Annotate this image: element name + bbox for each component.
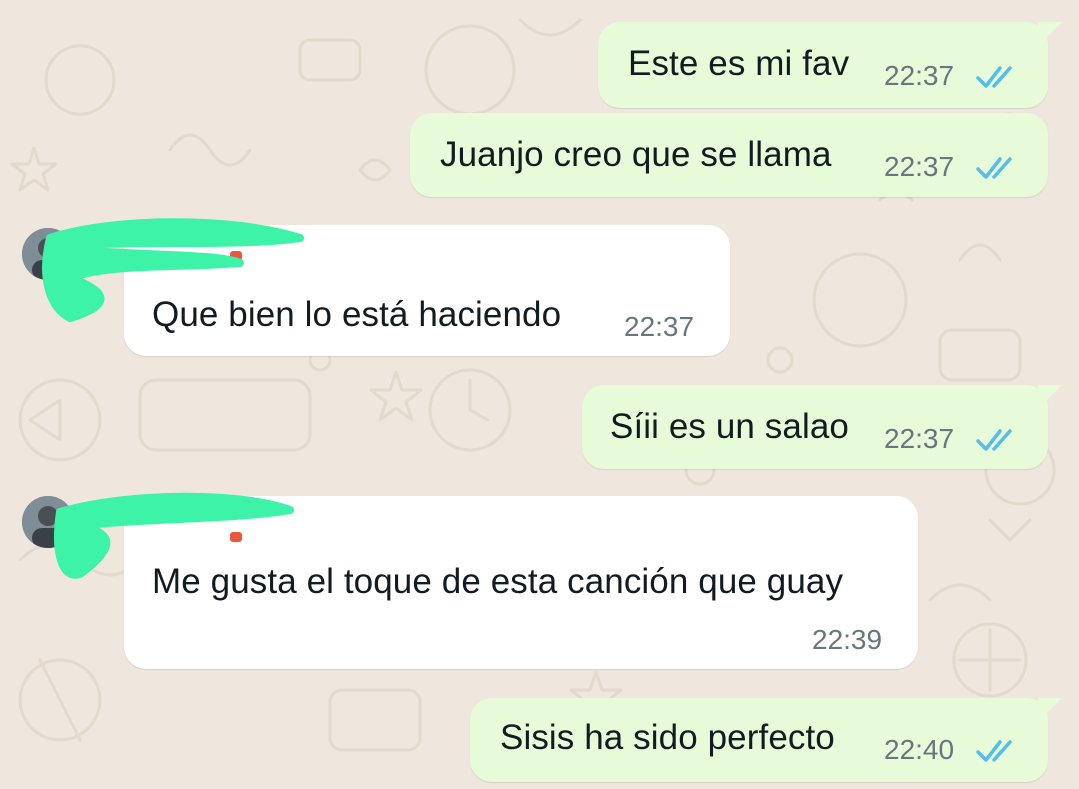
sender-name-redacted	[230, 251, 242, 261]
message-timestamp: 22:37	[884, 151, 955, 182]
avatar-image	[22, 496, 74, 548]
contact-avatar[interactable]	[22, 228, 74, 280]
contact-avatar[interactable]	[22, 496, 74, 548]
message-bubble-outgoing[interactable]: Síii es un salao 22:37	[582, 385, 1048, 469]
chat-background: Este es mi fav 22:37 Juanjo creo que se …	[0, 0, 1079, 789]
bubble-tail	[1038, 698, 1062, 722]
message-timestamp: 22:37	[884, 423, 955, 454]
message-text: Síii es un salao	[610, 407, 849, 446]
avatar-image	[22, 228, 74, 280]
message-bubble-incoming[interactable]: Que bien lo está haciendo 22:37	[124, 225, 730, 356]
message-bubble-outgoing[interactable]: Este es mi fav 22:37	[598, 22, 1048, 108]
message-bubble-outgoing[interactable]: Sisis ha sido perfecto 22:40	[470, 698, 1048, 782]
message-timestamp: 22:37	[624, 311, 695, 342]
message-text: Juanjo creo que se llama	[440, 135, 832, 174]
message-bubble-outgoing[interactable]: Juanjo creo que se llama 22:37	[410, 113, 1048, 197]
message-text: Sisis ha sido perfecto	[500, 718, 835, 757]
message-timestamp: 22:39	[812, 624, 883, 655]
double-check-icon	[976, 740, 1012, 762]
double-check-icon	[976, 66, 1012, 88]
message-text: Este es mi fav	[628, 44, 850, 83]
double-check-icon	[976, 157, 1012, 179]
message-text: Me gusta el toque de esta canción que gu…	[152, 562, 844, 601]
message-text: Que bien lo está haciendo	[152, 295, 562, 334]
sender-name-redacted	[230, 532, 242, 542]
message-timestamp: 22:37	[884, 60, 955, 91]
bubble-tail	[1038, 385, 1062, 409]
bubble-tail	[1038, 22, 1062, 46]
message-timestamp: 22:40	[884, 734, 955, 765]
double-check-icon	[976, 429, 1012, 451]
message-bubble-incoming[interactable]: Me gusta el toque de esta canción que gu…	[124, 496, 918, 669]
